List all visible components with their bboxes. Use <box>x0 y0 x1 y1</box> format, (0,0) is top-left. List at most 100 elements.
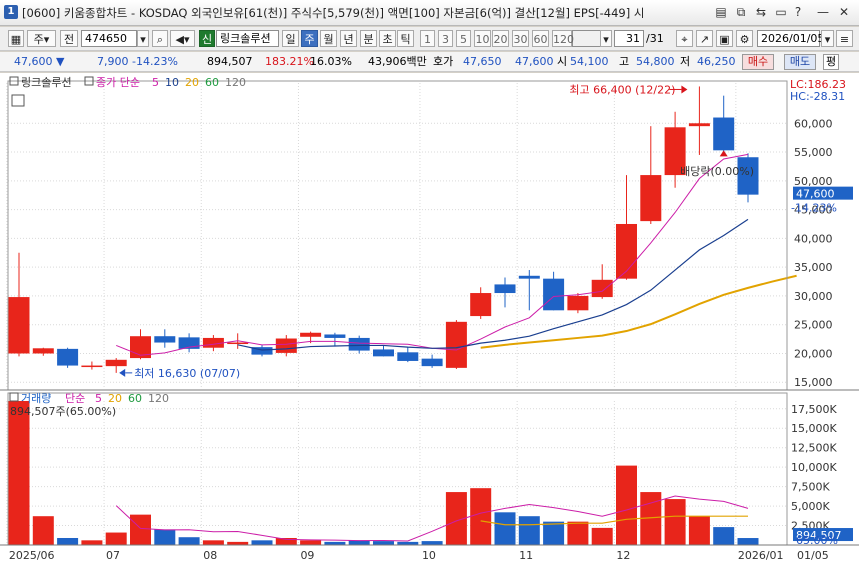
volume-bar <box>494 512 516 545</box>
volume-bar <box>616 465 637 545</box>
window-title: [0600] 키움종합차트 - KOSDAQ 외국인보유[61(천)] 주식수[… <box>22 6 645 20</box>
new-listing-badge: 신 <box>199 30 215 47</box>
volume-bar <box>688 516 710 545</box>
date-input[interactable]: 2026/01/05 <box>757 30 824 47</box>
stock-code-input[interactable]: 474650 <box>81 30 137 47</box>
search-icon[interactable]: ⌕ <box>152 30 168 47</box>
volume-legend-name: 거래량 <box>21 392 51 405</box>
candle-body <box>275 338 297 353</box>
count-total: /31 <box>646 32 664 45</box>
stock-chart[interactable]: 15,00020,00025,00030,00035,00040,00045,0… <box>0 73 859 565</box>
app-badge-icon: 1 <box>4 5 18 19</box>
candle-body <box>445 321 467 368</box>
volume-bar <box>32 516 54 545</box>
code-dropdown-icon[interactable]: ▾ <box>137 30 149 47</box>
interval-button-120[interactable]: 120 <box>552 30 574 47</box>
interval-button-20[interactable]: 20 <box>492 30 509 47</box>
volume-tick-label: 15,000K <box>791 422 837 435</box>
volume-tick-label: 12,500K <box>791 442 837 455</box>
sell-button[interactable]: 매도 <box>784 54 816 70</box>
volume-bar <box>373 541 394 545</box>
minimize-icon[interactable]: — <box>815 4 831 20</box>
interval-button-30[interactable]: 30 <box>512 30 529 47</box>
period-tab-3[interactable]: 년 <box>340 30 357 47</box>
close-icon[interactable]: ✕ <box>836 4 852 20</box>
candle-body <box>105 359 127 367</box>
market-select[interactable]: 주▾ <box>27 30 56 47</box>
toolbar-more-icon[interactable]: ≡ <box>836 30 853 47</box>
window-layout-icon[interactable]: ▭ <box>773 4 789 20</box>
period-tab-0[interactable]: 일 <box>282 30 299 47</box>
current-price: 47,600 ▼ <box>14 55 65 68</box>
period-type-button[interactable]: 전 <box>60 30 78 47</box>
x-axis-label: 10 <box>422 549 436 562</box>
candle-body <box>227 342 249 345</box>
period-tab-5[interactable]: 초 <box>379 30 396 47</box>
volume-bar <box>105 532 127 545</box>
volume-bar <box>81 540 103 545</box>
swap-icon[interactable]: ⇆ <box>753 4 769 20</box>
candle-body <box>154 336 176 343</box>
candle-body <box>518 275 540 279</box>
x-axis-label: 2025/06 <box>9 549 55 562</box>
period-tab-4[interactable]: 분 <box>360 30 377 47</box>
candle-body <box>8 297 30 354</box>
count-input[interactable]: 31 <box>614 30 644 47</box>
x-axis-label: 2026/01 <box>738 549 784 562</box>
eval-button[interactable]: 평 <box>823 54 839 70</box>
bookmark-icon[interactable]: ▤ <box>713 4 729 20</box>
period-tab-6[interactable]: 틱 <box>397 30 414 47</box>
legend-ma-period: 10 <box>165 76 179 89</box>
volume-legend-period: 120 <box>148 392 169 405</box>
price-change: 7,900 <box>97 55 129 68</box>
price-tick-label: 50,000 <box>794 175 833 188</box>
price-tick-label: 35,000 <box>794 261 833 274</box>
restore-icon[interactable]: ⧉ <box>733 4 749 20</box>
sound-icon[interactable]: ◀▾ <box>170 30 195 47</box>
volume-tick-label: 17,500K <box>791 403 837 416</box>
hc-label: HC:-28.31 <box>790 90 845 103</box>
grid-toggle-icon[interactable]: ▦ <box>8 30 24 47</box>
data-table-icon <box>11 94 25 107</box>
volume-bar <box>518 516 540 545</box>
volume-bar <box>251 540 273 545</box>
chart-toolbar: ▦ 주▾ 전 474650 ▾ ⌕ ◀▾ 신 링크솔루션 ▾ 31 /31 ⌖ … <box>0 27 859 51</box>
interval-button-10[interactable]: 10 <box>474 30 491 47</box>
x-axis-label: 08 <box>203 549 217 562</box>
price-tick-label: 20,000 <box>794 347 833 360</box>
settings-gear-icon[interactable]: ⚙ <box>736 30 753 47</box>
bid-price: 47,600 <box>515 55 554 68</box>
interval-button-5[interactable]: 5 <box>456 30 471 47</box>
dividend-annotation: 배당락(0.00%) <box>680 165 754 178</box>
candle-body <box>373 349 394 357</box>
interval-button-1[interactable]: 1 <box>420 30 435 47</box>
candle-body <box>713 117 735 151</box>
open-price: 54,100 <box>570 55 609 68</box>
crosshair-icon[interactable]: ⌖ <box>676 30 693 47</box>
price-change-pct: -14.23% <box>132 55 178 68</box>
price-tick-label: 25,000 <box>794 319 833 332</box>
candle-body <box>591 279 613 298</box>
candle-body <box>348 337 370 351</box>
interval-button-60[interactable]: 60 <box>532 30 549 47</box>
save-icon[interactable]: ▣ <box>716 30 733 47</box>
calendar-icon[interactable]: ▾ <box>821 30 834 47</box>
buy-button[interactable]: 매수 <box>742 54 774 70</box>
candle-body <box>640 175 662 222</box>
volume-legend-period: 5 <box>95 392 102 405</box>
period-tab-1[interactable]: 주 <box>301 30 318 47</box>
x-axis-label: 11 <box>519 549 533 562</box>
price-tick-label: 30,000 <box>794 290 833 303</box>
turnover-rate: 16.03% <box>310 55 352 68</box>
period-combo-arrow-icon[interactable]: ▾ <box>600 30 612 47</box>
candle-body <box>470 293 492 317</box>
help-icon[interactable]: ? <box>790 4 806 20</box>
interval-button-3[interactable]: 3 <box>438 30 453 47</box>
volume-legend-label: 단순 <box>65 392 85 405</box>
volume-info-label: 894,507주(65.00%) <box>10 405 116 418</box>
candle-body <box>324 334 346 338</box>
candle-body <box>494 284 516 294</box>
period-tab-2[interactable]: 월 <box>320 30 337 47</box>
title-bar: 1 [0600] 키움종합차트 - KOSDAQ 외국인보유[61(천)] 주식… <box>0 0 859 26</box>
pattern-icon[interactable]: ↗ <box>696 30 713 47</box>
